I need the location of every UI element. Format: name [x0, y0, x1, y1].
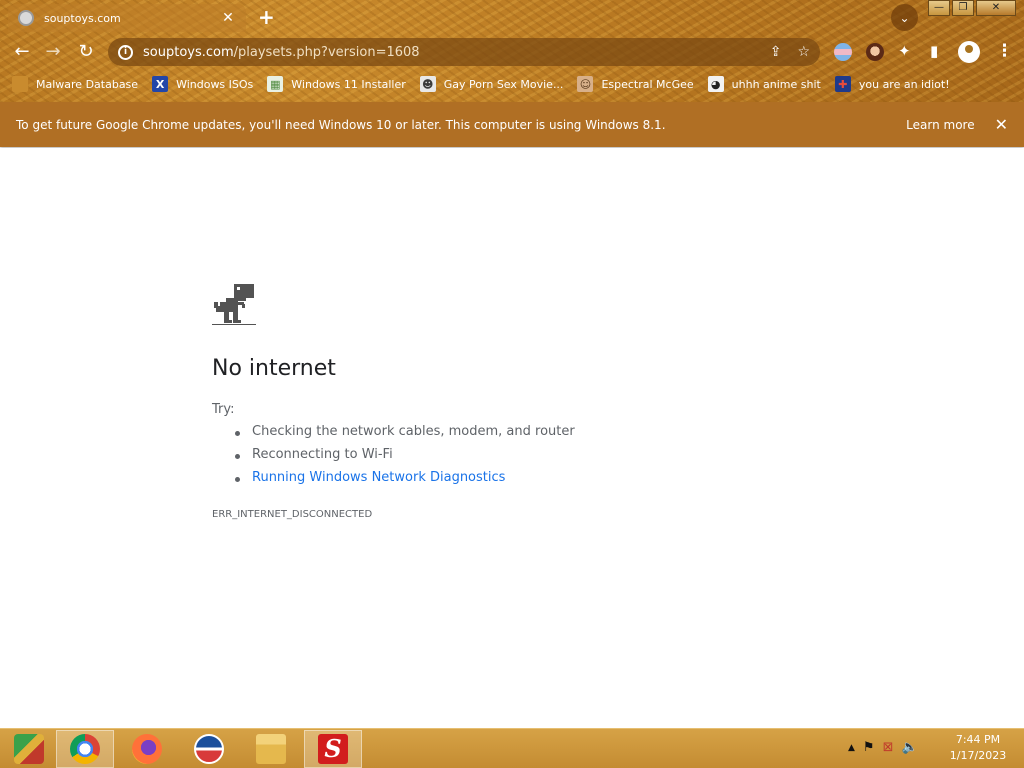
suggestions-list: Checking the network cables, modem, and … [235, 424, 575, 493]
browser-frame: souptoys.com ✕ + ⌄ — ❐ ✕ ← → ↻ i souptoy… [0, 0, 1024, 102]
chrome-menu-icon[interactable]: ⋮ [996, 41, 1013, 61]
start-app-button[interactable] [0, 730, 58, 768]
show-hidden-icons-icon[interactable]: ▲ [848, 743, 855, 753]
avatar-icon: ☺ [577, 76, 594, 92]
error-title: No internet [212, 356, 336, 381]
extensions-puzzle-icon[interactable]: ✦ [898, 42, 911, 60]
bookmark-label: uhhh anime shit [731, 77, 821, 91]
address-bar[interactable]: i souptoys.com/playsets.php?version=1608… [108, 38, 820, 66]
bookmark-star-icon[interactable]: ☆ [797, 44, 810, 60]
obama-logo-taskbar-button[interactable] [180, 730, 238, 768]
bookmark-gay-porn-sex-movie[interactable]: ☻ Gay Porn Sex Movie... [419, 76, 564, 92]
forward-button[interactable]: → [42, 41, 64, 62]
restore-button[interactable]: ❐ [952, 0, 974, 16]
chrome-icon [70, 734, 100, 764]
update-infobar: To get future Google Chrome updates, you… [0, 102, 1024, 147]
taskbar-clock[interactable]: 7:44 PM 1/17/2023 [940, 732, 1016, 764]
clock-time: 7:44 PM [955, 733, 1001, 746]
learn-more-link[interactable]: Learn more [906, 118, 974, 132]
bookmark-label: you are an idiot! [858, 77, 950, 91]
volume-icon[interactable]: 🔈 [901, 740, 917, 755]
bookmark-label: Gay Porn Sex Movie... [443, 77, 564, 91]
tab-search-button[interactable]: ⌄ [891, 4, 918, 31]
anime-icon: ◕ [707, 76, 724, 92]
bookmark-label: Espectral McGee [601, 77, 694, 91]
firefox-icon [132, 734, 162, 764]
extension-flag-icon[interactable] [834, 43, 852, 61]
tab-title: souptoys.com [44, 11, 121, 25]
bookmark-malware-database[interactable]: Malware Database [12, 76, 138, 92]
flag-icon: ✚ [834, 76, 851, 92]
extension-avatar-icon[interactable] [866, 43, 884, 61]
reload-button[interactable]: ↻ [75, 41, 97, 62]
bookmark-uhhh-anime[interactable]: ◕ uhhh anime shit [707, 76, 821, 92]
tab-souptoys[interactable]: souptoys.com ✕ [8, 4, 246, 32]
back-button[interactable]: ← [11, 41, 33, 62]
infobar-close-icon[interactable]: ✕ [995, 115, 1008, 134]
file-explorer-taskbar-button[interactable] [242, 730, 300, 768]
bookmark-label: Windows 11 Installer [291, 77, 406, 91]
clock-date: 1/17/2023 [949, 749, 1007, 762]
image-icon: ▦ [267, 76, 284, 92]
folder-icon [12, 76, 28, 92]
bookmark-you-are-an-idiot[interactable]: ✚ you are an idiot! [834, 76, 950, 92]
folder-icon [256, 734, 286, 764]
try-label: Try: [212, 402, 235, 417]
site-info-icon[interactable]: i [118, 44, 133, 60]
new-tab-button[interactable]: + [258, 5, 275, 29]
site-favicon-icon [18, 10, 34, 26]
url-domain: souptoys.com [143, 44, 234, 60]
network-diagnostics-link[interactable]: Running Windows Network Diagnostics [235, 470, 575, 493]
url-text[interactable]: souptoys.com/playsets.php?version=1608 [143, 45, 754, 60]
system-tray: ▲ ⚑ ⊠ 🔈 [840, 740, 918, 755]
window-controls: — ❐ ✕ [928, 0, 1016, 16]
window-close-button[interactable]: ✕ [976, 0, 1016, 16]
bookmark-windows-isos[interactable]: X Windows ISOs [152, 76, 253, 92]
bookmark-label: Windows ISOs [176, 77, 254, 91]
s-app-icon: S [318, 734, 348, 764]
firefox-taskbar-button[interactable] [118, 730, 176, 768]
suggestion-item: Checking the network cables, modem, and … [235, 424, 575, 447]
url-path: /playsets.php?version=1608 [233, 44, 420, 60]
s-app-taskbar-button[interactable]: S [304, 730, 362, 768]
suggestion-item: Reconnecting to Wi-Fi [235, 447, 575, 470]
side-panel-icon[interactable]: ▮ [930, 42, 938, 60]
chrome-taskbar-button[interactable] [56, 730, 114, 768]
network-disconnected-icon[interactable]: ⊠ [883, 740, 894, 755]
infobar-message: To get future Google Chrome updates, you… [16, 117, 666, 132]
obama-logo-icon [194, 734, 224, 764]
bookmark-windows-11-installer[interactable]: ▦ Windows 11 Installer [267, 76, 406, 92]
action-center-flag-icon[interactable]: ⚑ [863, 740, 875, 755]
profile-avatar-icon[interactable] [958, 41, 980, 63]
robot-icon: ☻ [419, 76, 436, 92]
error-page: No internet Try: Checking the network ca… [0, 148, 1024, 728]
minimize-button[interactable]: — [928, 0, 950, 16]
bookmark-espectral-mcgee[interactable]: ☺ Espectral McGee [577, 76, 694, 92]
error-code: ERR_INTERNET_DISCONNECTED [212, 509, 373, 520]
share-icon[interactable]: ⇪ [770, 44, 782, 60]
dino-icon[interactable] [212, 284, 256, 328]
bookmarks-bar: Malware Database X Windows ISOs ▦ Window… [12, 74, 964, 94]
bookmark-label: Malware Database [36, 77, 139, 91]
x-icon: X [152, 76, 169, 92]
tab-close-icon[interactable]: ✕ [220, 10, 236, 26]
start-app-icon [14, 734, 44, 764]
